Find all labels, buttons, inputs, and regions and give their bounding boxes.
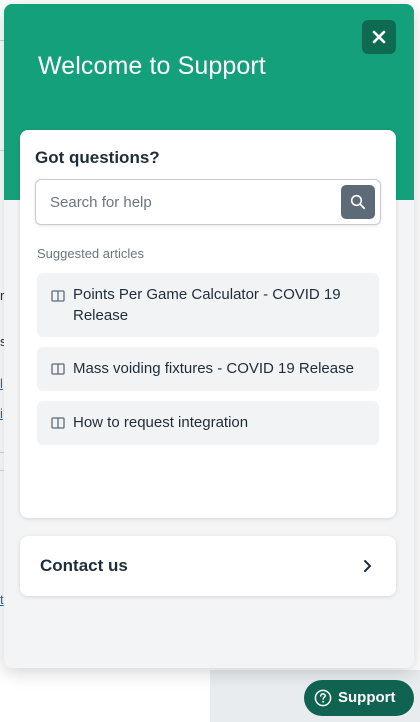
- background-link-fragment[interactable]: l: [0, 376, 3, 391]
- close-icon: [372, 30, 386, 44]
- book-icon: [51, 363, 65, 375]
- background-link-fragment[interactable]: i: [0, 406, 3, 421]
- search-input[interactable]: [50, 180, 330, 224]
- book-icon: [51, 417, 65, 429]
- search-button[interactable]: [341, 185, 375, 219]
- article-title: Points Per Game Calculator - COVID 19 Re…: [73, 286, 341, 324]
- contact-us-button[interactable]: Contact us: [20, 536, 396, 596]
- search-icon: [350, 194, 366, 210]
- card-heading: Got questions?: [35, 148, 160, 167]
- search-box: [35, 179, 381, 225]
- book-icon: [51, 290, 65, 302]
- article-item[interactable]: Mass voiding fixtures - COVID 19 Release: [37, 347, 379, 391]
- search-card: Got questions? Suggested articles Points…: [20, 130, 396, 518]
- support-launcher-label: Support: [338, 689, 396, 706]
- article-title: Mass voiding fixtures - COVID 19 Release: [73, 360, 354, 377]
- support-widget: Welcome to Support Got questions? Sugges…: [4, 4, 414, 668]
- help-circle-icon: [314, 689, 332, 707]
- widget-title: Welcome to Support: [38, 52, 266, 80]
- chevron-right-icon: [364, 560, 371, 572]
- article-title: How to request integration: [73, 414, 249, 431]
- suggested-articles-label: Suggested articles: [37, 246, 144, 261]
- contact-us-label: Contact us: [40, 556, 128, 575]
- close-button[interactable]: [362, 20, 396, 54]
- article-item[interactable]: Points Per Game Calculator - COVID 19 Re…: [37, 273, 379, 337]
- article-item[interactable]: How to request integration: [37, 401, 379, 445]
- support-launcher-button[interactable]: Support: [304, 680, 414, 716]
